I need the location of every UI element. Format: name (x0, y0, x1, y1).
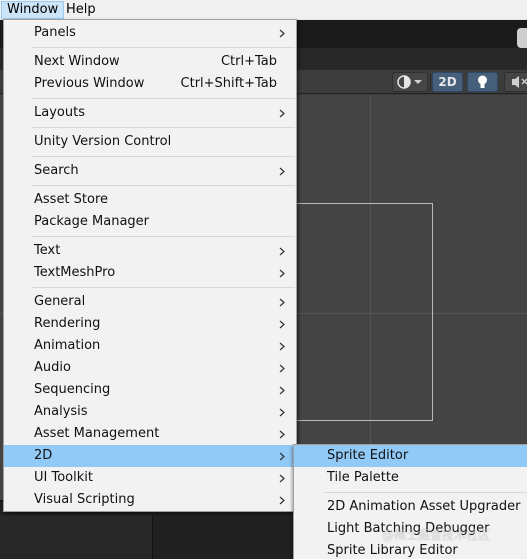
menu-item-label: Rendering (34, 316, 101, 331)
menu-bar: Window Help (0, 0, 527, 20)
toolbar-divider (430, 74, 431, 90)
menu-item-rendering[interactable]: Rendering (4, 313, 296, 335)
menu-item-animation[interactable]: Animation (4, 335, 296, 357)
menu-item-2d[interactable]: 2D (4, 445, 296, 467)
menu-item-label: Animation (34, 338, 101, 353)
menu-item-label: Sequencing (34, 382, 111, 397)
menu-item-label: 2D (34, 448, 53, 463)
chevron-right-icon (279, 262, 287, 284)
menu-item-sprite-editor[interactable]: Sprite Editor (294, 445, 527, 467)
menu-item-label: Tile Palette (327, 470, 399, 485)
menu-item-label: Sprite Library Editor (327, 543, 458, 558)
scene-lighting-button[interactable] (467, 72, 498, 92)
chevron-right-icon (279, 379, 287, 401)
speaker-muted-icon (512, 76, 527, 88)
scene-audio-button[interactable] (504, 72, 527, 92)
toggle-2d-button[interactable]: 2D (432, 72, 463, 92)
menu-item-label: Unity Version Control (34, 134, 172, 149)
menu-item-label: General (34, 294, 86, 309)
menu-item-audio[interactable]: Audio (4, 357, 296, 379)
menu-item-label: Asset Store (34, 192, 109, 207)
chevron-right-icon (279, 160, 287, 182)
shading-mode-icon (397, 75, 422, 89)
menu-item-search[interactable]: Search (4, 160, 296, 182)
chevron-right-icon (279, 102, 287, 124)
menu-item-textmeshpro[interactable]: TextMeshPro (4, 262, 296, 284)
menu-divider (32, 185, 295, 186)
menu-item-asset-management[interactable]: Asset Management (4, 423, 296, 445)
menu-item-label: Analysis (34, 404, 88, 419)
menu-item-unity-version-control[interactable]: Unity Version Control (4, 131, 296, 153)
menu-help[interactable]: Help (61, 1, 101, 19)
menu-item-2d-animation-asset-upgrader[interactable]: 2D Animation Asset Upgrader (294, 496, 527, 518)
menu-item-text[interactable]: Text (4, 240, 296, 262)
menu-item-label: 2D Animation Asset Upgrader (327, 499, 521, 514)
menu-window[interactable]: Window (1, 1, 65, 19)
shading-mode-button[interactable] (392, 72, 428, 92)
menu-item-label: Audio (34, 360, 71, 375)
menu-item-general[interactable]: General (4, 291, 296, 313)
chevron-right-icon (279, 357, 287, 379)
menu-item-label: Sprite Editor (327, 448, 409, 463)
menu-item-next-window[interactable]: Next Window Ctrl+Tab (4, 51, 296, 73)
watermark-text: @稀土掘金技术社区 (382, 528, 491, 542)
chevron-right-icon (279, 335, 287, 357)
menu-item-label: Next Window (34, 54, 120, 69)
menu-item-label: Package Manager (34, 214, 150, 229)
chevron-right-icon (279, 313, 287, 335)
menu-item-label: TextMeshPro (34, 265, 116, 280)
chevron-right-icon (279, 489, 287, 511)
menu-item-analysis[interactable]: Analysis (4, 401, 296, 423)
menu-item-panels[interactable]: Panels (4, 22, 296, 44)
chevron-right-icon (279, 240, 287, 262)
chevron-right-icon (279, 445, 287, 467)
menu-divider (324, 492, 527, 493)
menu-divider (32, 47, 295, 48)
menu-divider (32, 127, 295, 128)
menu-item-label: Previous Window (34, 76, 145, 91)
menu-item-label: Text (34, 243, 61, 258)
menu-item-label: UI Toolkit (34, 470, 93, 485)
menu-item-asset-store[interactable]: Asset Store (4, 189, 296, 211)
menu-item-label: Visual Scripting (34, 492, 135, 507)
menu-item-ui-toolkit[interactable]: UI Toolkit (4, 467, 296, 489)
bottom-panel-tab[interactable] (0, 515, 153, 559)
menu-item-layouts[interactable]: Layouts (4, 102, 296, 124)
chevron-right-icon (279, 467, 287, 489)
menu-item-package-manager[interactable]: Package Manager (4, 211, 296, 233)
menu-item-sequencing[interactable]: Sequencing (4, 379, 296, 401)
chevron-right-icon (279, 291, 287, 313)
chevron-right-icon (279, 401, 287, 423)
window-dropdown-menu: Panels Next Window Ctrl+Tab Previous Win… (3, 19, 297, 512)
menu-item-previous-window[interactable]: Previous Window Ctrl+Shift+Tab (4, 73, 296, 95)
lightbulb-icon (478, 75, 487, 88)
editor-strip-control[interactable] (517, 28, 527, 48)
menu-divider (32, 156, 295, 157)
menu-item-sprite-library-editor[interactable]: Sprite Library Editor (294, 540, 527, 559)
chevron-right-icon (279, 22, 287, 44)
shortcut-label: Ctrl+Shift+Tab (180, 76, 277, 91)
chevron-right-icon (279, 423, 287, 445)
menu-divider (32, 98, 295, 99)
menu-item-tile-palette[interactable]: Tile Palette (294, 467, 527, 489)
shortcut-label: Ctrl+Tab (220, 54, 277, 69)
menu-item-label: Search (34, 163, 79, 178)
menu-item-label: Asset Management (34, 426, 160, 441)
menu-item-label: Panels (34, 25, 76, 40)
menu-item-label: Layouts (34, 105, 85, 120)
menu-item-visual-scripting[interactable]: Visual Scripting (4, 489, 296, 511)
menu-divider (32, 287, 295, 288)
menu-divider (32, 236, 295, 237)
